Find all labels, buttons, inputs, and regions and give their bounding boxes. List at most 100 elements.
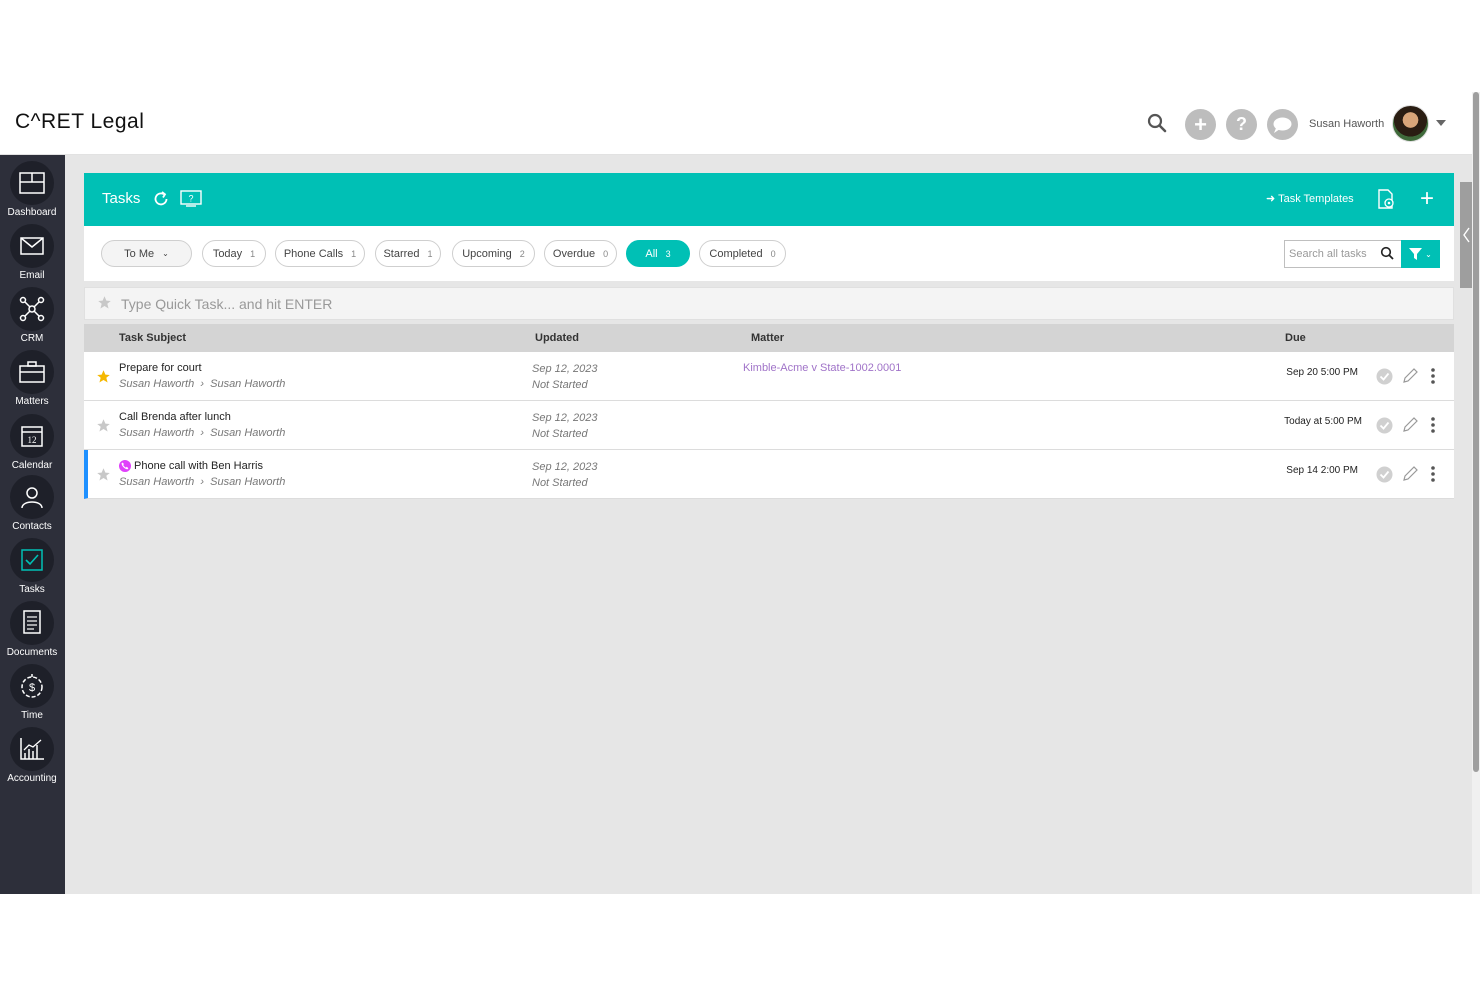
sidebar-item-email[interactable]: Email xyxy=(0,224,64,286)
chip-count: 1 xyxy=(250,248,256,259)
chip-label: Phone Calls xyxy=(283,247,344,260)
chip-label: Completed xyxy=(709,247,763,260)
more-options-icon[interactable] xyxy=(1430,465,1436,488)
table-row[interactable]: Prepare for court Susan Haworth › Susan … xyxy=(84,352,1454,401)
column-header-due[interactable]: Due xyxy=(1285,332,1306,344)
table-row[interactable]: Call Brenda after lunch Susan Haworth › … xyxy=(84,401,1454,450)
chip-label: All xyxy=(645,247,658,260)
sidebar-item-calendar[interactable]: 12 Calendar xyxy=(0,414,64,476)
task-due: Sep 20 5:00 PM xyxy=(1286,367,1358,378)
table-row[interactable]: Phone call with Ben Harris Susan Haworth… xyxy=(84,450,1454,499)
filter-bar: To Me ⌄ Today 1 Phone Calls 1 Starred 1 Upco… xyxy=(84,226,1454,282)
task-status: Not Started xyxy=(532,477,588,489)
help-icon[interactable]: ? xyxy=(1226,109,1257,140)
star-icon[interactable] xyxy=(96,467,111,487)
assigned-by: Susan Haworth xyxy=(119,378,195,390)
scrollbar-thumb[interactable] xyxy=(1473,92,1479,772)
updated-date: Sep 12, 2023 xyxy=(532,412,598,424)
chevron-right-icon: › xyxy=(194,476,211,488)
task-status: Not Started xyxy=(532,428,588,440)
sidebar-item-contacts[interactable]: Contacts xyxy=(0,475,64,537)
sidebar-item-accounting[interactable]: Accounting xyxy=(0,727,64,789)
sidebar-item-label: Accounting xyxy=(7,773,57,784)
filter-chip-completed[interactable]: Completed 0 xyxy=(699,240,786,267)
table-header: Task Subject Updated Matter Due xyxy=(84,324,1454,352)
task-subject[interactable]: Call Brenda after lunch xyxy=(119,411,231,423)
user-avatar[interactable] xyxy=(1392,105,1429,142)
edit-pencil-icon[interactable] xyxy=(1402,416,1419,438)
task-subject[interactable]: Phone call with Ben Harris xyxy=(119,460,263,472)
star-icon[interactable] xyxy=(96,418,111,438)
complete-check-icon[interactable] xyxy=(1376,466,1393,488)
star-icon[interactable] xyxy=(96,369,111,389)
more-options-icon[interactable] xyxy=(1430,367,1436,390)
sidebar-item-label: Tasks xyxy=(19,584,45,595)
task-subject[interactable]: Prepare for court xyxy=(119,362,202,374)
filter-chip-overdue[interactable]: Overdue 0 xyxy=(544,240,617,267)
contacts-icon xyxy=(21,487,43,509)
sidebar-item-label: Dashboard xyxy=(7,207,57,218)
chevron-down-icon[interactable] xyxy=(1436,120,1446,126)
assignee-dropdown-label: To Me xyxy=(124,247,155,260)
filter-icon xyxy=(1409,248,1423,260)
side-panel-toggle[interactable] xyxy=(1460,182,1472,288)
assigned-to: Susan Haworth xyxy=(210,378,286,390)
filter-chip-upcoming[interactable]: Upcoming 2 xyxy=(452,240,535,267)
task-due: Sep 14 2:00 PM xyxy=(1286,465,1358,476)
assignee-dropdown[interactable]: To Me ⌄ xyxy=(101,240,192,267)
quick-task-bar: Type Quick Task... and hit ENTER xyxy=(84,287,1454,320)
user-name[interactable]: Susan Haworth xyxy=(1309,118,1384,130)
task-status: Not Started xyxy=(532,379,588,391)
complete-check-icon[interactable] xyxy=(1376,417,1393,439)
star-icon[interactable] xyxy=(97,295,112,315)
quick-task-input[interactable]: Type Quick Task... and hit ENTER xyxy=(121,296,332,312)
caret-legal-logo[interactable]: C^RET Legal xyxy=(15,110,144,134)
dashboard-icon xyxy=(19,172,45,194)
stopwatch-icon: $ xyxy=(21,674,43,698)
sidebar-item-time[interactable]: $ Time xyxy=(0,664,64,726)
vertical-scrollbar[interactable] xyxy=(1472,92,1480,894)
search-icon[interactable] xyxy=(1146,112,1168,134)
task-subject-label: Phone call with Ben Harris xyxy=(134,460,264,472)
add-icon[interactable]: + xyxy=(1185,109,1216,140)
help-video-icon[interactable]: ? xyxy=(180,190,202,212)
updated-date: Sep 12, 2023 xyxy=(532,461,598,473)
top-header: C^RET Legal + ? Susan Haworth xyxy=(0,92,1472,155)
filter-chip-starred[interactable]: Starred 1 xyxy=(375,240,441,267)
add-task-button[interactable]: + xyxy=(1420,185,1434,213)
briefcase-icon xyxy=(19,361,45,383)
complete-check-icon[interactable] xyxy=(1376,368,1393,390)
refresh-icon[interactable] xyxy=(152,190,170,213)
column-header-subject[interactable]: Task Subject xyxy=(119,332,186,344)
tasks-icon xyxy=(21,549,43,571)
edit-pencil-icon[interactable] xyxy=(1402,465,1419,487)
filter-chip-today[interactable]: Today 1 xyxy=(202,240,266,267)
sidebar-item-matters[interactable]: Matters xyxy=(0,350,64,412)
column-header-updated[interactable]: Updated xyxy=(535,332,579,344)
sidebar-item-label: Matters xyxy=(15,396,49,407)
chat-icon[interactable] xyxy=(1267,109,1298,140)
column-header-matter[interactable]: Matter xyxy=(751,332,784,344)
sidebar-item-crm[interactable]: CRM xyxy=(0,287,64,349)
chevron-left-icon xyxy=(1463,227,1470,243)
task-templates-link[interactable]: ➜ Task Templates xyxy=(1266,192,1354,205)
task-assignment: Susan Haworth › Susan Haworth xyxy=(119,427,285,439)
chip-count: 0 xyxy=(603,248,609,259)
assigned-by: Susan Haworth xyxy=(119,427,195,439)
sidebar-item-label: Documents xyxy=(6,647,58,658)
document-settings-icon[interactable] xyxy=(1376,189,1396,214)
updated-date: Sep 12, 2023 xyxy=(532,363,598,375)
filter-chip-all[interactable]: All 3 xyxy=(626,240,690,267)
more-options-icon[interactable] xyxy=(1430,416,1436,439)
filter-chip-phone-calls[interactable]: Phone Calls 1 xyxy=(275,240,365,267)
sidebar-item-documents[interactable]: Documents xyxy=(0,601,64,663)
sidebar-item-label: Calendar xyxy=(11,460,53,471)
matter-link[interactable]: Kimble-Acme v State-1002.0001 xyxy=(743,362,901,374)
chip-label: Overdue xyxy=(552,247,596,260)
search-icon[interactable] xyxy=(1380,246,1394,265)
chip-label: Starred xyxy=(383,247,420,260)
sidebar-item-tasks[interactable]: Tasks xyxy=(0,538,64,600)
filter-menu-button[interactable]: ⌄ xyxy=(1401,240,1440,268)
sidebar-item-dashboard[interactable]: Dashboard xyxy=(0,161,64,223)
edit-pencil-icon[interactable] xyxy=(1402,367,1419,389)
